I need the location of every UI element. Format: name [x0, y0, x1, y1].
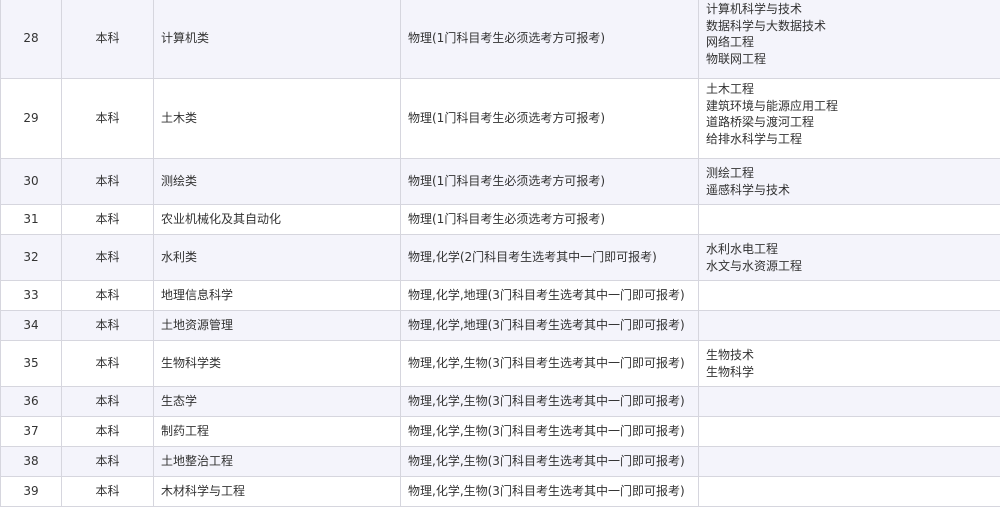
table-row: 33 本科 地理信息科学 物理,化学,地理(3门科目考生选考其中一门即可报考) — [0, 280, 1000, 311]
row-number: 34 — [0, 310, 62, 341]
table-row: 38 本科 土地整治工程 物理,化学,生物(3门科目考生选考其中一门即可报考) — [0, 446, 1000, 477]
subject-requirement: 物理,化学(2门科目考生选考其中一门即可报考) — [400, 234, 699, 281]
included-majors — [698, 204, 1000, 235]
education-level: 本科 — [61, 78, 154, 159]
major-category: 土地整治工程 — [153, 446, 401, 477]
included-majors: 土木工程建筑环境与能源应用工程 道路桥梁与渡河工程 给排水科学与工程 — [698, 78, 1000, 159]
included-major-item: 给排水科学与工程 — [706, 131, 803, 146]
included-majors — [698, 476, 1000, 507]
subject-requirement: 物理(1门科目考生必须选考方可报考) — [400, 158, 699, 205]
included-major-item: 测绘工程 — [706, 166, 755, 180]
subject-requirement: 物理,化学,生物(3门科目考生选考其中一门即可报考) — [400, 386, 699, 417]
included-major-item: 生物技术 — [706, 348, 755, 362]
included-major-item: 网络工程 — [706, 35, 755, 49]
subject-requirement: 物理(1门科目考生必须选考方可报考) — [400, 78, 699, 159]
major-category: 生态学 — [153, 386, 401, 417]
table-row: 32 本科 水利类 物理,化学(2门科目考生选考其中一门即可报考) 水利水电工程 水文与水… — [0, 234, 1000, 281]
major-category: 水利类 — [153, 234, 401, 281]
included-major-item: 土木工程 — [706, 82, 755, 96]
row-number: 35 — [0, 340, 62, 387]
table-body: 28 本科 计算机类 物理(1门科目考生必须选考方可报考) 计算机科学与技术 数据科学与大… — [0, 0, 1000, 507]
row-number: 30 — [0, 158, 62, 205]
education-level: 本科 — [61, 204, 154, 235]
major-category: 土地资源管理 — [153, 310, 401, 341]
row-number: 29 — [0, 78, 62, 159]
row-number: 38 — [0, 446, 62, 477]
included-majors — [698, 280, 1000, 311]
table-row: 36 本科 生态学 物理,化学,生物(3门科目考生选考其中一门即可报考) — [0, 386, 1000, 417]
row-number: 39 — [0, 476, 62, 507]
subject-requirement: 物理,化学,生物(3门科目考生选考其中一门即可报考) — [400, 446, 699, 477]
education-level: 本科 — [61, 234, 154, 281]
table-row: 34 本科 土地资源管理 物理,化学,地理(3门科目考生选考其中一门即可报考) — [0, 310, 1000, 341]
education-level: 本科 — [61, 280, 154, 311]
subject-requirement: 物理,化学,地理(3门科目考生选考其中一门即可报考) — [400, 280, 699, 311]
table-row: 35 本科 生物科学类 物理,化学,生物(3门科目考生选考其中一门即可报考) 生物技术生… — [0, 340, 1000, 387]
included-majors — [698, 416, 1000, 447]
subject-requirement: 物理,化学,生物(3门科目考生选考其中一门即可报考) — [400, 416, 699, 447]
admission-subject-table: 28 本科 计算机类 物理(1门科目考生必须选考方可报考) 计算机科学与技术 数据科学与大… — [0, 0, 1000, 507]
major-category: 木材科学与工程 — [153, 476, 401, 507]
included-major-item: 物联网工程 — [706, 51, 767, 66]
included-major-item: 建筑环境与能源应用工程 — [706, 98, 839, 113]
major-category: 农业机械化及其自动化 — [153, 204, 401, 235]
included-major-item: 水文与水资源工程 — [706, 258, 803, 273]
included-majors — [698, 386, 1000, 417]
included-majors: 计算机科学与技术数据科学与大数据技术 网络工程物联网工程 — [698, 0, 1000, 79]
education-level: 本科 — [61, 446, 154, 477]
subject-requirement: 物理,化学,生物(3门科目考生选考其中一门即可报考) — [400, 476, 699, 507]
education-level: 本科 — [61, 310, 154, 341]
included-majors — [698, 446, 1000, 477]
education-level: 本科 — [61, 386, 154, 417]
included-major-item: 水利水电工程 — [706, 242, 779, 256]
major-category: 计算机类 — [153, 0, 401, 79]
table-row: 29 本科 土木类 物理(1门科目考生必须选考方可报考) 土木工程 建筑环境与能源应用工程… — [0, 78, 1000, 159]
row-number: 32 — [0, 234, 62, 281]
education-level: 本科 — [61, 340, 154, 387]
included-major-item: 生物科学 — [706, 364, 755, 379]
row-number: 36 — [0, 386, 62, 417]
included-major-item: 遥感科学与技术 — [706, 182, 791, 197]
education-level: 本科 — [61, 0, 154, 79]
subject-requirement: 物理(1门科目考生必须选考方可报考) — [400, 0, 699, 79]
major-category: 制药工程 — [153, 416, 401, 447]
major-category: 测绘类 — [153, 158, 401, 205]
subject-requirement: 物理,化学,生物(3门科目考生选考其中一门即可报考) — [400, 340, 699, 387]
included-major-item: 道路桥梁与渡河工程 — [706, 115, 815, 129]
subject-requirement: 物理,化学,地理(3门科目考生选考其中一门即可报考) — [400, 310, 699, 341]
table-row: 31 本科 农业机械化及其自动化 物理(1门科目考生必须选考方可报考) — [0, 204, 1000, 235]
major-category: 土木类 — [153, 78, 401, 159]
major-category: 地理信息科学 — [153, 280, 401, 311]
included-majors — [698, 310, 1000, 341]
table-row: 37 本科 制药工程 物理,化学,生物(3门科目考生选考其中一门即可报考) — [0, 416, 1000, 447]
education-level: 本科 — [61, 158, 154, 205]
included-major-item: 数据科学与大数据技术 — [706, 18, 827, 33]
table-row: 39 本科 木材科学与工程 物理,化学,生物(3门科目考生选考其中一门即可报考) — [0, 476, 1000, 507]
table-row: 28 本科 计算机类 物理(1门科目考生必须选考方可报考) 计算机科学与技术 数据科学与大… — [0, 0, 1000, 79]
included-majors: 测绘工程遥感科学与技术 — [698, 158, 1000, 205]
included-major-item: 计算机科学与技术 — [706, 2, 803, 16]
included-majors: 水利水电工程水文与水资源工程 — [698, 234, 1000, 281]
subject-requirement: 物理(1门科目考生必须选考方可报考) — [400, 204, 699, 235]
row-number: 31 — [0, 204, 62, 235]
row-number: 37 — [0, 416, 62, 447]
education-level: 本科 — [61, 476, 154, 507]
table-row: 30 本科 测绘类 物理(1门科目考生必须选考方可报考) 测绘工程 遥感科学与技术 — [0, 158, 1000, 205]
education-level: 本科 — [61, 416, 154, 447]
row-number: 28 — [0, 0, 62, 79]
row-number: 33 — [0, 280, 62, 311]
major-category: 生物科学类 — [153, 340, 401, 387]
included-majors: 生物技术 生物科学 — [698, 340, 1000, 387]
